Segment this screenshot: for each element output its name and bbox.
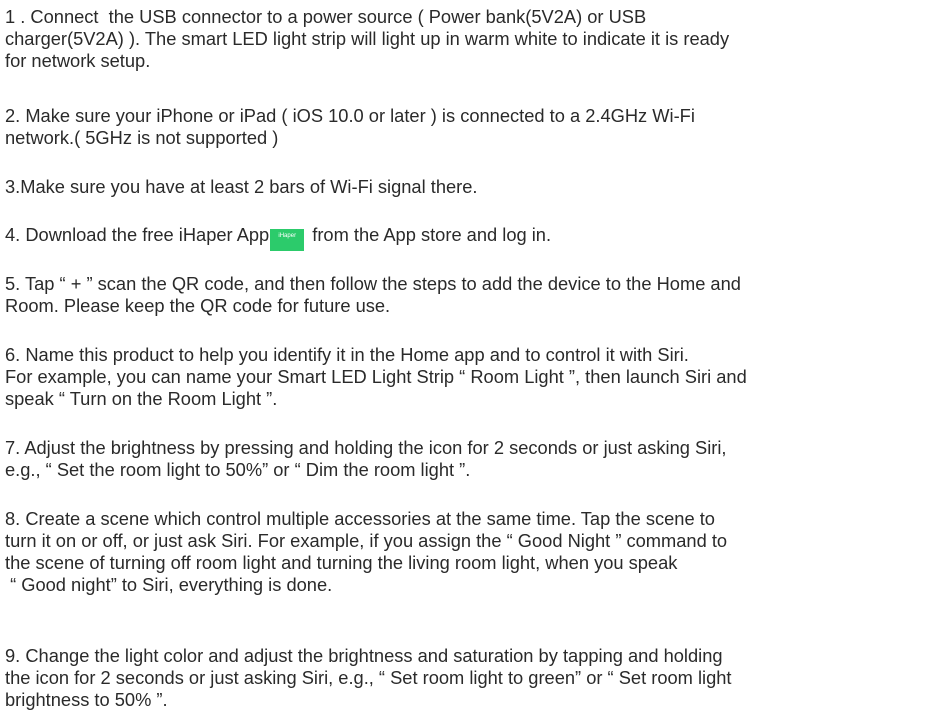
step-8-line-2: turn it on or off, or just ask Siri. For… — [5, 530, 728, 551]
step-4-text-after-icon: from the App store and log in. — [312, 224, 552, 245]
step-5-line-2: Room. Please keep the QR code for future… — [5, 295, 391, 316]
step-2-line-1: 2. Make sure your iPhone or iPad ( iOS 1… — [5, 105, 695, 126]
step-8-line-4: “ Good night” to Siri, everything is don… — [5, 574, 333, 595]
step-1: 1 . Connect the USB connector to a power… — [5, 6, 729, 72]
step-5-line-1: 5. Tap “ + ” scan the QR code, and then … — [5, 273, 741, 294]
step-1-line-1: 1 . Connect the USB connector to a power… — [5, 6, 647, 27]
step-1-line-3: for network setup. — [5, 50, 151, 71]
ihaper-app-icon-label: iHaper — [278, 233, 297, 239]
step-2: 2. Make sure your iPhone or iPad ( iOS 1… — [5, 105, 695, 149]
step-9-line-1: 9. Change the light color and adjust the… — [5, 645, 723, 666]
step-9-line-2: the icon for 2 seconds or just asking Si… — [5, 667, 732, 688]
step-6-line-2: For example, you can name your Smart LED… — [5, 366, 747, 387]
step-8: 8. Create a scene which control multiple… — [5, 508, 727, 596]
step-4-text-before-icon: 4. Download the free iHaper App — [5, 224, 270, 245]
instructions-document: 1 . Connect the USB connector to a power… — [0, 0, 948, 710]
step-9-line-3: brightness to 50% ”. — [5, 689, 168, 710]
step-5: 5. Tap “ + ” scan the QR code, and then … — [5, 273, 741, 317]
step-4: 4. Download the free iHaper App iHaper fro… — [5, 224, 551, 257]
step-6-line-3: speak “ Turn on the Room Light ”. — [5, 388, 278, 409]
step-3: 3.Make sure you have at least 2 bars of … — [5, 176, 477, 198]
step-6: 6. Name this product to help you identif… — [5, 344, 747, 410]
step-1-line-2: charger(5V2A) ). The smart LED light str… — [5, 28, 730, 49]
step-8-line-1: 8. Create a scene which control multiple… — [5, 508, 715, 529]
step-6-line-1: 6. Name this product to help you identif… — [5, 344, 689, 365]
step-3-line-1: 3.Make sure you have at least 2 bars of … — [5, 176, 478, 197]
step-2-line-2: network.( 5GHz is not supported ) — [5, 127, 279, 148]
step-8-line-3: the scene of turning off room light and … — [5, 552, 678, 573]
step-9: 9. Change the light color and adjust the… — [5, 645, 732, 711]
step-7: 7. Adjust the brightness by pressing and… — [5, 437, 727, 481]
ihaper-app-icon: iHaper — [270, 229, 305, 251]
step-7-line-2: e.g., “ Set the room light to 50%” or “ … — [5, 459, 471, 480]
step-7-line-1: 7. Adjust the brightness by pressing and… — [5, 437, 727, 458]
